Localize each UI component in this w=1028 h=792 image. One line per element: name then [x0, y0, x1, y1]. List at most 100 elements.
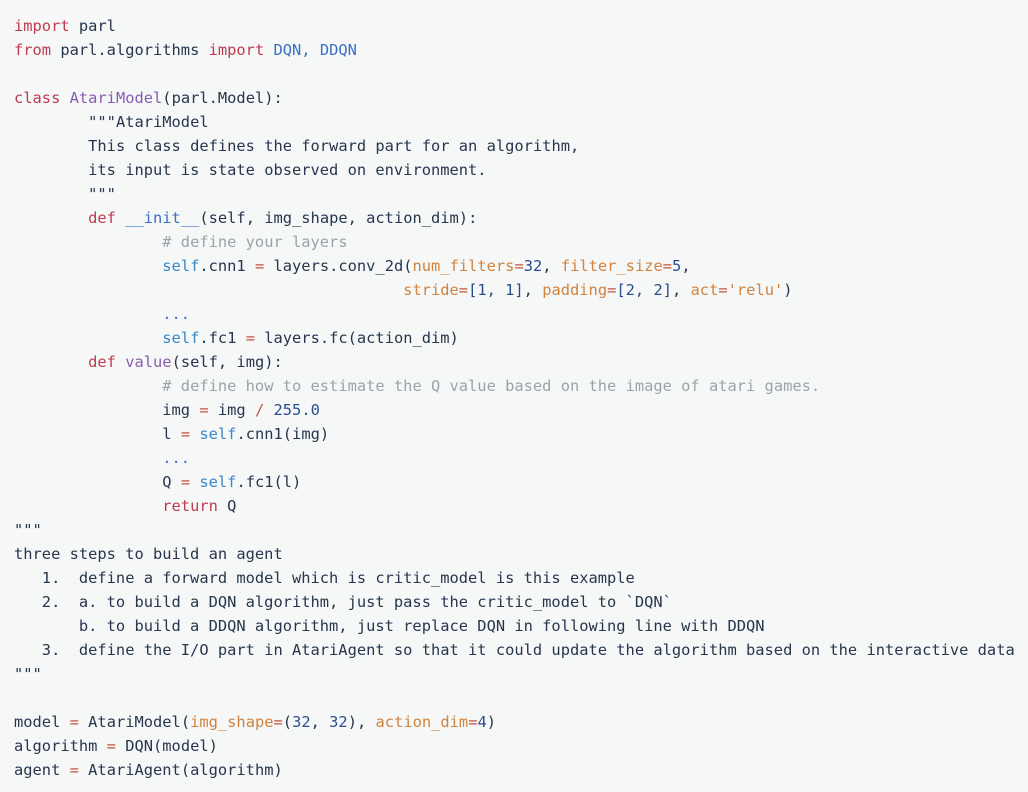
docstring-text: its input is state observed on environme…	[88, 161, 487, 179]
code-line: # define your layers	[14, 230, 1028, 254]
ellipsis: ...	[162, 305, 191, 323]
kwarg-equals: =	[718, 281, 728, 299]
assign-operator: =	[69, 713, 79, 731]
return-value: Q	[217, 497, 237, 515]
module-path: parl.algorithms	[51, 41, 209, 59]
paren-close: ):	[264, 89, 283, 107]
list-literal: [1, 1]	[468, 281, 524, 299]
docstring-list-item-1: 1. define a forward model which is criti…	[14, 569, 635, 587]
kwarg-equals: =	[273, 713, 283, 731]
code-line: """	[14, 182, 1028, 206]
self-keyword: self	[162, 329, 200, 347]
code-line: self.fc1 = layers.fc(action_dim)	[14, 326, 1028, 350]
docstring-open: """	[14, 521, 42, 539]
assign-operator: =	[180, 425, 191, 443]
code-line: l = self.cnn1(img)	[14, 422, 1028, 446]
comment: # define your layers	[162, 233, 348, 251]
code-line: Q = self.fc1(l)	[14, 470, 1028, 494]
keyword-import: import	[14, 17, 70, 35]
class-name: AtariModel	[60, 89, 163, 107]
code-line: ...	[14, 446, 1028, 470]
call-expression: layers.fc(action_dim)	[254, 329, 459, 347]
ellipsis: ...	[162, 449, 191, 467]
code-line: from parl.algorithms import DQN, DDQN	[14, 38, 1028, 62]
keyword-class: class	[14, 89, 61, 107]
function-name: value	[115, 353, 172, 371]
kwarg-name: action_dim	[375, 713, 469, 731]
keyword-from: from	[14, 41, 52, 59]
docstring-list-item-3: 3. define the I/O part in AtariAgent so …	[14, 641, 1015, 659]
number-literal: 255.0	[264, 401, 320, 419]
code-line: algorithm = DQN(model)	[14, 734, 1028, 758]
kwarg-equals: =	[458, 281, 469, 299]
number-literal: 5	[672, 257, 682, 275]
separator: ,	[356, 713, 376, 731]
docstring-open: """AtariModel	[88, 113, 209, 131]
call-expression: AtariModel(	[78, 713, 191, 731]
assign-operator: =	[254, 257, 265, 275]
assign-operator: =	[106, 737, 116, 755]
docstring-list-item-2a: 2. a. to build a DQN algorithm, just pas…	[14, 593, 672, 611]
variable: l	[162, 425, 181, 443]
divide-operator: /	[254, 401, 265, 419]
code-line: 3. define the I/O part in AtariAgent so …	[14, 638, 1028, 662]
keyword-def: def	[88, 209, 116, 227]
code-line: class AtariModel(parl.Model):	[14, 86, 1028, 110]
docstring-text: This class defines the forward part for …	[88, 137, 580, 155]
kwarg-name: act	[690, 281, 719, 299]
imported-names: DQN, DDQN	[264, 41, 357, 59]
assign-operator: =	[180, 473, 191, 491]
assign-operator: =	[199, 401, 209, 419]
call-expression: DQN(model)	[115, 737, 218, 755]
kwarg-name: num_filters	[412, 257, 515, 275]
kwarg-name: stride	[403, 281, 459, 299]
variable: img	[208, 401, 255, 419]
code-line: def value(self, img):	[14, 350, 1028, 374]
code-line: import parl	[14, 14, 1028, 38]
kwarg-name: img_shape	[190, 713, 274, 731]
variable: img	[162, 401, 200, 419]
docstring-heading: three steps to build an agent	[14, 545, 283, 563]
string-literal: 'relu'	[727, 281, 784, 299]
paren-close: )	[783, 281, 793, 299]
attribute: .fc1	[199, 329, 246, 347]
code-line: # define how to estimate the Q value bas…	[14, 374, 1028, 398]
separator: ,	[523, 281, 543, 299]
code-line: stride=[1, 1], padding=[2, 2], act='relu…	[14, 278, 1028, 302]
keyword-return: return	[162, 497, 218, 515]
paren-close: )	[347, 713, 357, 731]
code-line: self.cnn1 = layers.conv_2d(num_filters=3…	[14, 254, 1028, 278]
number-literal: 32	[329, 713, 348, 731]
kwarg-name: filter_size	[560, 257, 663, 275]
code-line: b. to build a DDQN algorithm, just repla…	[14, 614, 1028, 638]
function-args: (self, img_shape, action_dim):	[199, 209, 478, 227]
docstring-close: """	[14, 665, 42, 683]
code-line: agent = AtariAgent(algorithm)	[14, 758, 1028, 782]
number-literal: 32	[523, 257, 543, 275]
code-line: three steps to build an agent	[14, 542, 1028, 566]
separator: ,	[671, 281, 691, 299]
code-line: its input is state observed on environme…	[14, 158, 1028, 182]
function-name: __init__	[115, 209, 200, 227]
base-class: parl.Model	[171, 89, 265, 107]
paren-open: (	[282, 713, 293, 731]
code-line: 1. define a forward model which is criti…	[14, 566, 1028, 590]
keyword-import: import	[208, 41, 265, 59]
code-block[interactable]: import parl from parl.algorithms import …	[0, 0, 1028, 792]
self-keyword: self	[199, 473, 237, 491]
call-expression: layers.conv_2d(	[264, 257, 413, 275]
docstring-close: """	[88, 185, 116, 203]
